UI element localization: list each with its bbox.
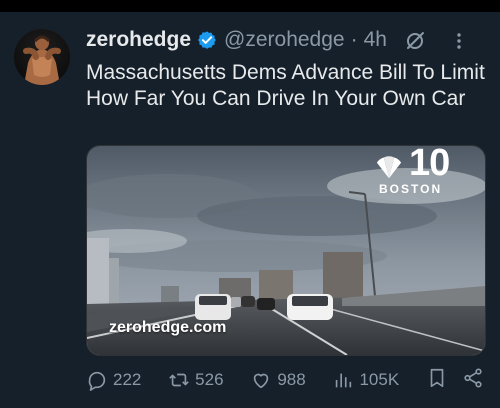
views-chart-icon [336, 373, 352, 388]
like-count: 988 [277, 370, 306, 389]
heart-icon [254, 373, 269, 389]
views-count: 105K [359, 370, 400, 389]
repost-count: 526 [195, 370, 224, 389]
more-options-icon[interactable] [450, 30, 468, 52]
watermark-text: zerohedge.com [109, 319, 227, 336]
author-name[interactable]: zerohedge [86, 28, 191, 52]
bookmark-icon[interactable] [426, 367, 448, 394]
channel-number: 10 [409, 145, 450, 184]
secondary-actions [426, 367, 484, 394]
reply-count: 222 [113, 370, 142, 389]
like-button[interactable]: 988 [250, 369, 306, 391]
channel-city: BOSTON [379, 182, 443, 196]
post-time[interactable]: 4h [364, 28, 387, 52]
post-header: zerohedge @zerohedge · 4h [86, 26, 482, 54]
reply-icon [88, 371, 106, 391]
share-icon[interactable] [462, 367, 484, 394]
reply-button[interactable]: 222 [86, 369, 141, 391]
grok-icon[interactable] [404, 30, 426, 52]
avatar[interactable] [14, 29, 70, 85]
repost-icon [169, 373, 189, 387]
avatar-image [14, 29, 70, 85]
post-card[interactable]: zerohedge @zerohedge · 4h Massachusetts … [0, 0, 500, 408]
top-bar [0, 0, 500, 12]
post-media-video[interactable]: 10 BOSTON zerohedge.com [86, 145, 486, 356]
channel-logo: 10 BOSTON [371, 145, 461, 196]
views-button[interactable]: 105K [332, 369, 399, 391]
peacock-logo-icon [376, 156, 402, 179]
verified-badge-icon [197, 30, 217, 50]
author-handle[interactable]: @zerohedge [224, 28, 345, 52]
repost-button[interactable]: 526 [168, 369, 224, 391]
separator-dot: · [350, 28, 358, 51]
post-text: Massachusetts Dems Advance Bill To Limit… [86, 61, 485, 110]
post-actions: 222 526 988 105K [86, 366, 484, 394]
